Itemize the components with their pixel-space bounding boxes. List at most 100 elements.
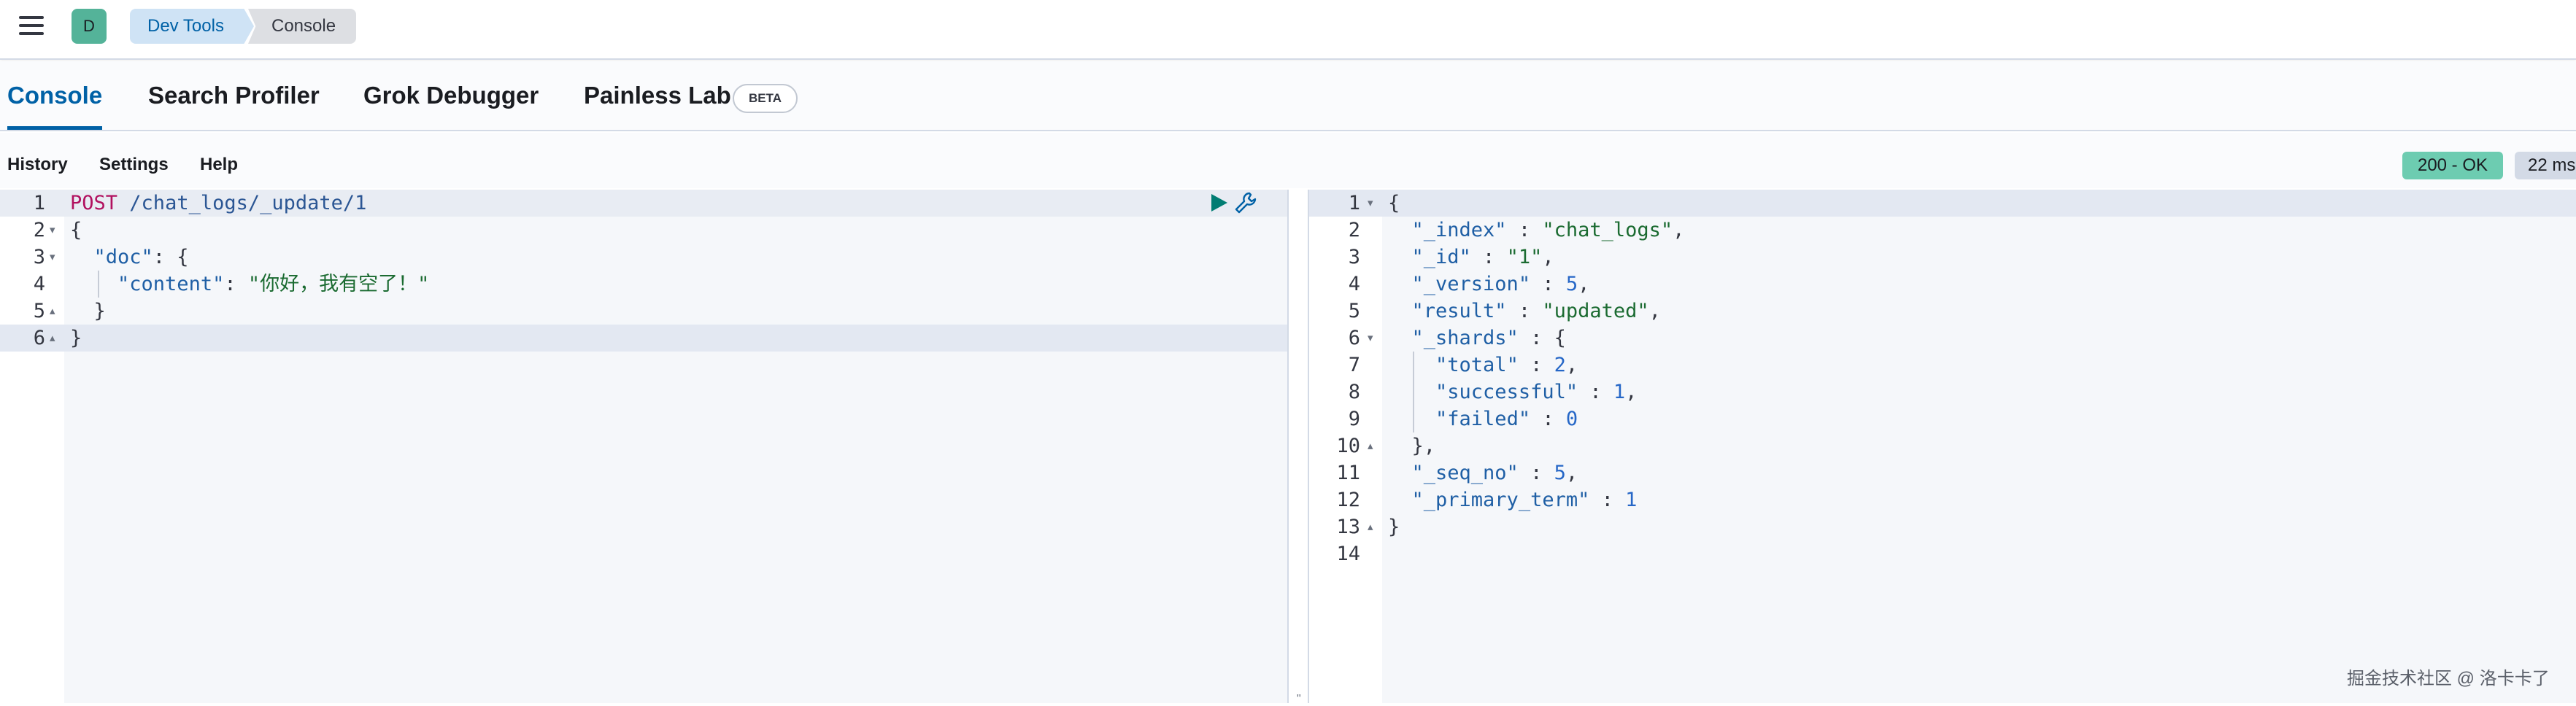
help-link[interactable]: Help — [200, 155, 238, 175]
code-line: "doc": { — [70, 244, 189, 271]
line-number: 2 — [1348, 219, 1360, 241]
json-number-value: 1 — [1625, 489, 1638, 511]
request-url: /chat_logs/_update/1 — [129, 192, 367, 214]
line-number: 5 — [1348, 300, 1360, 322]
code-line: "result" : "updated", — [1411, 300, 1661, 322]
resizer-grip: " — [1297, 693, 1301, 705]
json-punctuation: } — [93, 300, 106, 322]
code-line: { — [1388, 192, 1400, 214]
json-key: "failed" — [1435, 408, 1531, 430]
code-line: "_seq_no" : 5, — [1411, 462, 1578, 484]
json-number-value: 0 — [1565, 408, 1578, 430]
line-number: 5 — [33, 300, 45, 322]
json-key: "_shards" — [1411, 327, 1519, 349]
json-punctuation: : { — [153, 246, 189, 268]
json-number-value: 5 — [1554, 462, 1566, 484]
request-editor[interactable]: 1 2 3 4 5 6 ▾ ▾ ▴ ▴ POST /chat_logs/_upd… — [0, 190, 1287, 703]
code-line: POST /chat_logs/_update/1 — [70, 190, 366, 217]
line-number: 7 — [1348, 354, 1360, 376]
code-line: } — [1388, 516, 1400, 538]
json-key: "total" — [1435, 354, 1519, 376]
line-number: 2 — [33, 219, 45, 241]
json-string-value: "chat_logs" — [1542, 219, 1673, 241]
fold-toggle-icon[interactable]: ▾ — [1368, 190, 1373, 217]
line-number: 10 — [1336, 435, 1360, 457]
json-string-value: "updated" — [1542, 300, 1649, 322]
json-punctuation: : — [224, 273, 248, 295]
code-line: "_primary_term" : 1 — [1411, 489, 1638, 511]
line-number: 4 — [33, 273, 45, 295]
tab-search-profiler[interactable]: Search Profiler — [148, 82, 320, 130]
json-key: "content" — [117, 273, 225, 295]
code-line: "successful" : 1, — [1435, 381, 1638, 403]
menu-icon[interactable] — [19, 16, 44, 35]
code-line: } — [70, 327, 82, 349]
console-toolbar: History Settings Help — [0, 133, 2576, 188]
line-number: 4 — [1348, 273, 1360, 295]
code-line: } — [70, 298, 106, 325]
request-time-badge: 22 ms — [2515, 152, 2576, 179]
code-line: "_index" : "chat_logs", — [1411, 219, 1685, 241]
request-method: POST — [70, 192, 118, 214]
json-number-value: 5 — [1565, 273, 1578, 295]
code-line: "_version" : 5, — [1411, 273, 1590, 295]
json-key: "_version" — [1411, 273, 1531, 295]
line-number: 6 — [33, 327, 45, 349]
fold-toggle-icon[interactable]: ▴ — [1368, 513, 1373, 540]
json-number-value: 1 — [1613, 381, 1626, 403]
code-line: "failed" : 0 — [1435, 408, 1578, 430]
fold-toggle-icon[interactable]: ▴ — [50, 298, 55, 325]
pane-resizer[interactable]: " — [1287, 190, 1309, 705]
code-line: { — [70, 219, 82, 241]
line-number: 9 — [1348, 408, 1360, 430]
json-number-value: 2 — [1554, 354, 1566, 376]
history-link[interactable]: History — [7, 155, 68, 175]
json-key: "result" — [1411, 300, 1507, 322]
code-line: }, — [1388, 432, 1436, 459]
json-string-value: "1" — [1506, 246, 1543, 268]
code-line: "total" : 2, — [1435, 354, 1578, 376]
code-line: "_id" : "1", — [1411, 246, 1554, 268]
space-avatar[interactable]: D — [72, 9, 107, 44]
fold-toggle-icon[interactable]: ▴ — [50, 325, 55, 352]
json-key: "_index" — [1411, 219, 1507, 241]
tab-console[interactable]: Console — [7, 82, 103, 130]
line-number: 12 — [1336, 489, 1360, 511]
fold-toggle-icon[interactable]: ▾ — [50, 244, 55, 271]
status-badge: 200 - OK — [2402, 152, 2503, 179]
active-line-highlight — [1309, 190, 2576, 217]
breadcrumb-console: Console — [248, 9, 356, 44]
fold-toggle-icon[interactable]: ▾ — [1368, 325, 1373, 352]
line-number: 11 — [1336, 462, 1360, 484]
fold-toggle-icon[interactable]: ▴ — [1368, 432, 1373, 459]
json-key: "_primary_term" — [1411, 489, 1590, 511]
top-header: D Dev Tools Console — [0, 0, 2576, 60]
line-number: 13 — [1336, 516, 1360, 538]
settings-link[interactable]: Settings — [99, 155, 169, 175]
json-key: "_seq_no" — [1411, 462, 1519, 484]
wrench-icon[interactable] — [1233, 190, 1258, 215]
code-line: "content": "你好，我有空了！" — [70, 271, 429, 298]
line-number: 1 — [33, 192, 45, 214]
line-number: 1 — [1348, 192, 1360, 214]
line-number: 3 — [33, 246, 45, 268]
code-line: "_shards" : { — [1411, 327, 1566, 349]
line-number: 14 — [1336, 543, 1360, 565]
line-number: 3 — [1348, 246, 1360, 268]
line-number: 6 — [1348, 327, 1360, 349]
play-icon[interactable] — [1208, 192, 1229, 214]
line-number: 8 — [1348, 381, 1360, 403]
json-key: "doc" — [93, 246, 153, 268]
tab-grok-debugger[interactable]: Grok Debugger — [363, 82, 539, 130]
tab-bar: Console Search Profiler Grok Debugger Pa… — [0, 61, 2576, 131]
fold-toggle-icon[interactable]: ▾ — [50, 217, 55, 244]
beta-badge: BETA — [733, 84, 798, 113]
json-string-value: "你好，我有空了！" — [247, 273, 430, 295]
response-editor[interactable]: 1 2 3 4 5 6 7 8 9 10 11 12 13 14 ▾ ▾ ▴ ▴… — [1309, 190, 2576, 703]
watermark: 掘金技术社区 @ 洛卡卡了 — [2347, 669, 2550, 688]
json-punctuation: }, — [1411, 435, 1436, 457]
breadcrumb-dev-tools[interactable]: Dev Tools — [130, 9, 254, 44]
json-key: "successful" — [1435, 381, 1578, 403]
tab-painless-lab[interactable]: Painless Lab — [584, 82, 731, 130]
json-key: "_id" — [1411, 246, 1471, 268]
